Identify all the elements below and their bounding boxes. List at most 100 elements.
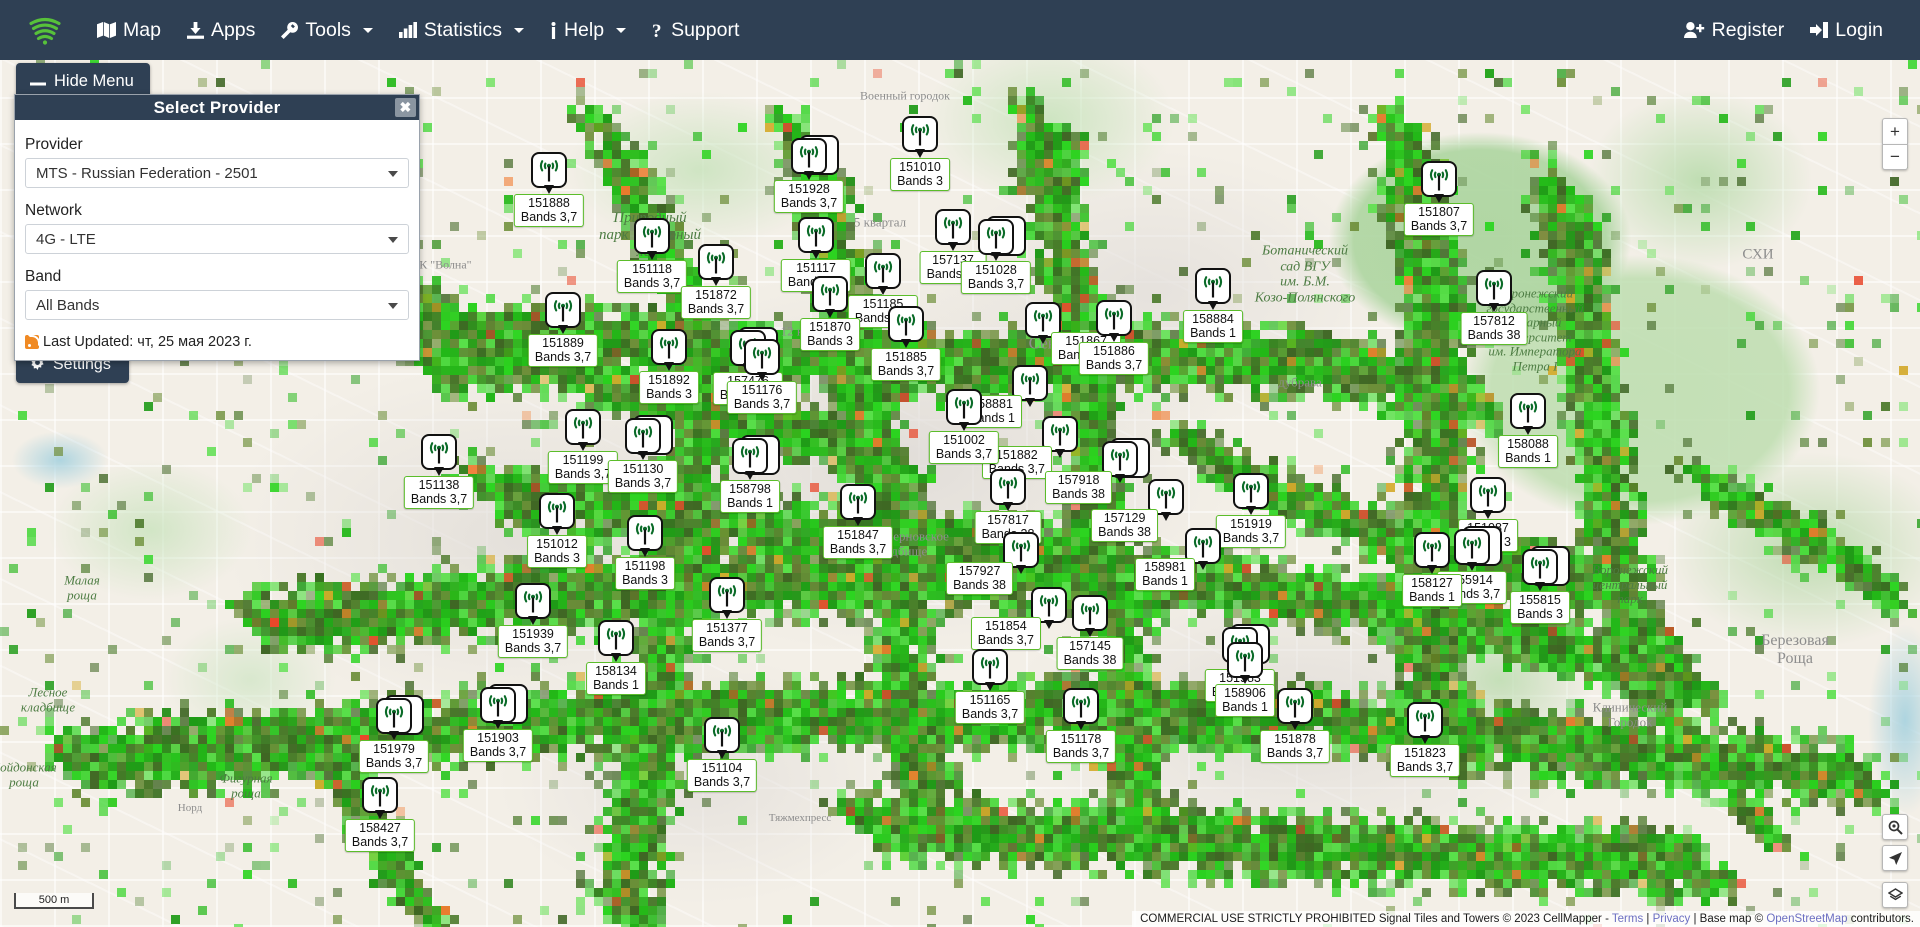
zoom-out-button[interactable]: − bbox=[1882, 144, 1908, 170]
tower-label[interactable]: 151878Bands 3,7 bbox=[1260, 730, 1330, 763]
tower-marker[interactable]: 151138Bands 3,7 bbox=[421, 434, 457, 470]
tower-marker[interactable]: 151178Bands 3,7 bbox=[1063, 688, 1099, 724]
network-select[interactable]: 4G - LTE bbox=[25, 224, 409, 254]
tower-label[interactable]: 158427Bands 3,7 bbox=[345, 819, 415, 852]
cell-tower-icon[interactable] bbox=[1031, 587, 1067, 623]
cell-tower-icon[interactable] bbox=[1185, 528, 1221, 564]
cell-tower-icon[interactable] bbox=[1063, 688, 1099, 724]
tower-marker[interactable]: 151878Bands 3,7 bbox=[1277, 688, 1313, 724]
cell-tower-icon[interactable] bbox=[1277, 688, 1313, 724]
tower-marker[interactable]: 151010Bands 3 bbox=[902, 116, 938, 152]
tower-label[interactable]: 155815Bands 3 bbox=[1510, 591, 1570, 624]
tower-marker[interactable]: 151087Bands 3 bbox=[1470, 477, 1506, 513]
cell-tower-icon[interactable] bbox=[565, 409, 601, 445]
tower-label[interactable]: 151138Bands 3,7 bbox=[404, 476, 474, 509]
layers-icon[interactable] bbox=[1882, 882, 1908, 908]
cell-tower-icon[interactable] bbox=[978, 219, 1014, 255]
cell-tower-icon[interactable] bbox=[744, 339, 780, 375]
tower-marker[interactable]: 151012Bands 3 bbox=[539, 493, 575, 529]
tower-marker[interactable]: 158088Bands 1 bbox=[1510, 393, 1546, 429]
cell-tower-icon[interactable] bbox=[732, 438, 768, 474]
tower-marker[interactable]: 151888Bands 3,7 bbox=[531, 152, 567, 188]
tower-label[interactable]: 151010Bands 3 bbox=[890, 158, 950, 191]
cell-tower-icon[interactable] bbox=[840, 484, 876, 520]
tower-marker[interactable]: 151199Bands 3,7 bbox=[565, 409, 601, 445]
cell-tower-icon[interactable] bbox=[627, 515, 663, 551]
tower-marker[interactable]: 151903Bands 3,7 bbox=[480, 687, 516, 723]
cell-tower-icon[interactable] bbox=[1102, 441, 1138, 477]
cell-tower-icon[interactable] bbox=[362, 777, 398, 813]
cell-tower-icon[interactable] bbox=[1414, 532, 1450, 568]
tower-label[interactable]: 151979Bands 3,7 bbox=[359, 740, 429, 773]
tower-marker[interactable]: 151118Bands 3,7 bbox=[634, 218, 670, 254]
tower-marker[interactable]: 151807Bands 3,7 bbox=[1421, 161, 1457, 197]
close-icon[interactable]: ✖ bbox=[395, 98, 416, 117]
tower-marker[interactable]: 151882Bands 3,7 bbox=[1042, 416, 1078, 452]
tower-marker[interactable]: 151872Bands 3,7 bbox=[698, 244, 734, 280]
tower-label[interactable]: 151872Bands 3,7 bbox=[681, 286, 751, 319]
tower-label[interactable]: 151919Bands 3,7 bbox=[1216, 515, 1286, 548]
cell-tower-icon[interactable] bbox=[515, 583, 551, 619]
tower-label[interactable]: 151178Bands 3,7 bbox=[1046, 730, 1116, 763]
tower-marker[interactable]: 157129Bands 38 bbox=[1148, 479, 1184, 515]
zoom-in-button[interactable]: + bbox=[1882, 118, 1908, 144]
tower-marker[interactable]: 158127Bands 1 bbox=[1414, 532, 1450, 568]
tower-marker[interactable]: 151892Bands 3 bbox=[651, 329, 687, 365]
tower-label[interactable]: 157145Bands 38 bbox=[1057, 637, 1124, 670]
cell-tower-icon[interactable] bbox=[698, 244, 734, 280]
cell-tower-icon[interactable] bbox=[1148, 479, 1184, 515]
tower-marker[interactable]: 151377Bands 3,7 bbox=[709, 577, 745, 613]
cell-tower-icon[interactable] bbox=[709, 577, 745, 613]
cell-tower-icon[interactable] bbox=[1195, 268, 1231, 304]
tower-label[interactable]: 151888Bands 3,7 bbox=[514, 194, 584, 227]
tower-marker[interactable]: 158798Bands 1 bbox=[732, 438, 768, 474]
attribution-privacy-link[interactable]: Privacy bbox=[1653, 913, 1691, 925]
cell-tower-icon[interactable] bbox=[1233, 473, 1269, 509]
cell-tower-icon[interactable] bbox=[1476, 270, 1512, 306]
tower-label[interactable]: 151823Bands 3,7 bbox=[1390, 744, 1460, 777]
tower-label[interactable]: 151176Bands 3,7 bbox=[727, 381, 797, 414]
cell-tower-icon[interactable] bbox=[1025, 302, 1061, 338]
cell-tower-icon[interactable] bbox=[1227, 642, 1263, 678]
cell-tower-icon[interactable] bbox=[1012, 365, 1048, 401]
cell-tower-icon[interactable] bbox=[1470, 477, 1506, 513]
tower-label[interactable]: 158127Bands 1 bbox=[1402, 574, 1462, 607]
tower-marker[interactable]: 151939Bands 3,7 bbox=[515, 583, 551, 619]
tower-marker[interactable]: 151847Bands 3,7 bbox=[840, 484, 876, 520]
tower-marker[interactable]: 151979Bands 3,7 bbox=[376, 698, 412, 734]
tower-label[interactable]: 151130Bands 3,7 bbox=[608, 460, 678, 493]
cell-tower-icon[interactable] bbox=[1096, 300, 1132, 336]
tower-label[interactable]: 151847Bands 3,7 bbox=[823, 526, 893, 559]
tower-label[interactable]: 158884Bands 1 bbox=[1183, 310, 1243, 343]
nav-item-register[interactable]: Register bbox=[1671, 0, 1798, 60]
cell-tower-icon[interactable] bbox=[812, 276, 848, 312]
tower-marker[interactable]: 157918Bands 38 bbox=[1102, 441, 1138, 477]
cell-tower-icon[interactable] bbox=[935, 209, 971, 245]
cell-tower-icon[interactable] bbox=[625, 418, 661, 454]
tower-label[interactable]: 151889Bands 3,7 bbox=[528, 334, 598, 367]
navigation-arrow-icon[interactable] bbox=[1882, 845, 1908, 871]
cell-tower-icon[interactable] bbox=[990, 469, 1026, 505]
cell-tower-icon[interactable] bbox=[946, 389, 982, 425]
tower-label[interactable]: 151854Bands 3,7 bbox=[971, 617, 1041, 650]
tower-label[interactable]: 151104Bands 3,7 bbox=[687, 759, 757, 792]
tower-marker[interactable]: 151185Bands 3,7 bbox=[865, 253, 901, 289]
tower-marker[interactable]: 155914Bands 3,7 bbox=[1454, 529, 1490, 565]
tower-marker[interactable]: 151028Bands 3,7 bbox=[978, 219, 1014, 255]
nav-item-map[interactable]: Map bbox=[84, 0, 174, 60]
nav-item-tools[interactable]: Tools bbox=[268, 0, 386, 60]
tower-marker[interactable]: 158981Bands 1 bbox=[1185, 528, 1221, 564]
tower-marker[interactable]: 157927Bands 38 bbox=[1003, 532, 1039, 568]
tower-marker[interactable]: 151886Bands 3,7 bbox=[1096, 300, 1132, 336]
cell-tower-icon[interactable] bbox=[1072, 595, 1108, 631]
cell-tower-icon[interactable] bbox=[791, 138, 827, 174]
tower-label[interactable]: 151165Bands 3,7 bbox=[955, 691, 1025, 724]
cell-tower-icon[interactable] bbox=[798, 217, 834, 253]
tower-marker[interactable]: 151870Bands 3 bbox=[812, 276, 848, 312]
tower-label[interactable]: 151377Bands 3,7 bbox=[692, 619, 762, 652]
cell-tower-icon[interactable] bbox=[704, 717, 740, 753]
tower-label[interactable]: 158134Bands 1 bbox=[586, 662, 646, 695]
tower-marker[interactable]: 151104Bands 3,7 bbox=[704, 717, 740, 753]
tower-marker[interactable]: 151885Bands 3,7 bbox=[888, 306, 924, 342]
cell-tower-icon[interactable] bbox=[1510, 393, 1546, 429]
